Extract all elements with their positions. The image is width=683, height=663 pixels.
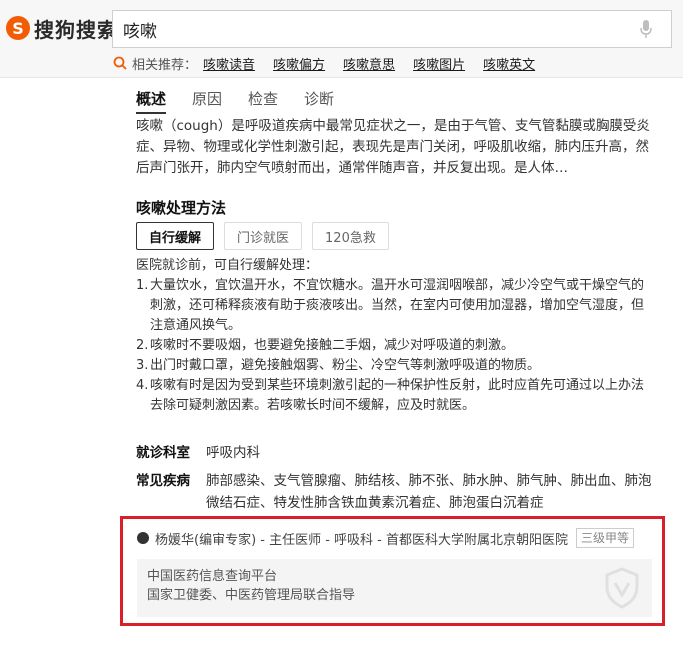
search-input[interactable]: [113, 11, 613, 47]
related-link-2[interactable]: 咳嗽偏方: [273, 54, 325, 73]
department-label: 就诊科室: [136, 445, 190, 461]
mic-icon[interactable]: [639, 19, 653, 39]
sogou-logo-icon: S: [6, 16, 30, 40]
advice-item: 2. 咳嗽时不要吸烟，也要避免接触二手烟，减少对呼吸道的刺激。: [136, 336, 656, 356]
advice-item: 4. 咳嗽有时是因为受到某些环境刺激引起的一种保护性反射，此时应首先可通过以上办法…: [136, 376, 656, 416]
related-link-1[interactable]: 咳嗽读音: [203, 54, 255, 73]
treatment-advice: 医院就诊前，可自行缓解处理： 1. 大量饮水，宜饮温开水，不宜饮糖水。温开水可湿润…: [136, 256, 656, 416]
advice-text: 咳嗽时不要吸烟，也要避免接触二手烟，减少对呼吸道的刺激。: [150, 338, 515, 353]
platform-guidance: 国家卫健委、中医药管理局联合指导: [147, 588, 356, 603]
tab-examination[interactable]: 检查: [248, 88, 278, 114]
advice-list: 1. 大量饮水，宜饮温开水，不宜饮糖水。温开水可湿润咽喉部，减少冷空气或干燥空气的…: [136, 276, 656, 416]
related-link-4[interactable]: 咳嗽图片: [413, 54, 465, 73]
tab-self-relief[interactable]: 自行缓解: [136, 222, 215, 250]
advice-number: 2.: [136, 338, 149, 353]
advice-text: 大量饮水，宜饮温开水，不宜饮糖水。温开水可湿润咽喉部，减少冷空气或干燥空气的刺激…: [150, 278, 645, 333]
advice-number: 4.: [136, 378, 149, 393]
expert-line: 杨媛华(编审专家) - 主任医师 - 呼吸科 - 首都医科大学附属北京朝阳医院 …: [137, 528, 635, 548]
source-box: 杨媛华(编审专家) - 主任医师 - 呼吸科 - 首都医科大学附属北京朝阳医院 …: [120, 516, 665, 626]
expert-avatar: [137, 532, 149, 544]
card-tabs: 概述 原因 检查 诊断: [136, 88, 360, 114]
advice-text: 出门时戴口罩，避免接触烟雾、粉尘、冷空气等刺激呼吸道的物质。: [150, 358, 541, 373]
tab-diagnosis[interactable]: 诊断: [304, 88, 334, 114]
diseases-label: 常见疾病: [136, 473, 190, 489]
diseases-value: 肺部感染、支气管腺瘤、肺结核、肺不张、肺水肿、肺气肿、肺出血、肺泡微结石症、特发…: [206, 473, 652, 511]
department-row: 就诊科室 呼吸内科: [136, 442, 656, 464]
related-label: 相关推荐：: [132, 57, 198, 73]
tab-causes[interactable]: 原因: [192, 88, 222, 114]
sogou-logo[interactable]: S 搜狗搜索: [6, 12, 118, 44]
advice-intro: 医院就诊前，可自行缓解处理：: [136, 258, 319, 273]
expert-info[interactable]: 杨媛华(编审专家) - 主任医师 - 呼吸科 - 首都医科大学附属北京朝阳医院: [155, 529, 568, 548]
tab-overview[interactable]: 概述: [136, 88, 167, 114]
search-small-icon: [113, 56, 127, 70]
treatment-title: 咳嗽处理方法: [136, 199, 227, 217]
hospital-grade-badge: 三级甲等: [576, 528, 635, 548]
platform-panel: 中国医药信息查询平台 国家卫健委、中医药管理局联合指导: [137, 559, 652, 617]
advice-text: 咳嗽有时是因为受到某些环境刺激引起的一种保护性反射，此时应首先可通过以上办法去除…: [150, 378, 645, 413]
tab-outpatient[interactable]: 门诊就医: [224, 222, 303, 250]
sogou-logo-text: 搜狗搜索: [34, 17, 118, 42]
related-searches: 相关推荐： 咳嗽读音 咳嗽偏方 咳嗽意思 咳嗽图片 咳嗽英文: [112, 52, 553, 74]
search-header: S 搜狗搜索 相关推荐： 咳嗽读音 咳嗽偏方 咳嗽意思 咳嗽图片 咳嗽英文: [0, 0, 683, 78]
treatment-tabs: 自行缓解 门诊就医 120急救: [136, 222, 399, 250]
platform-name: 中国医药信息查询平台: [147, 569, 278, 584]
shield-icon: [605, 567, 639, 609]
advice-number: 3.: [136, 358, 149, 373]
advice-number: 1.: [136, 278, 149, 293]
search-box: [112, 10, 672, 48]
advice-item: 3. 出门时戴口罩，避免接触烟雾、粉尘、冷空气等刺激呼吸道的物质。: [136, 356, 656, 376]
related-link-5[interactable]: 咳嗽英文: [483, 54, 535, 73]
diseases-row: 常见疾病 肺部感染、支气管腺瘤、肺结核、肺不张、肺水肿、肺气肿、肺出血、肺泡微结…: [136, 470, 656, 514]
overview-text: 咳嗽（cough）是呼吸道疾病中最常见症状之一，是由于气管、支气管黏膜或胸膜受炎…: [136, 118, 650, 176]
advice-item: 1. 大量饮水，宜饮温开水，不宜饮糖水。温开水可湿润咽喉部，减少冷空气或干燥空气的…: [136, 276, 656, 336]
related-link-3[interactable]: 咳嗽意思: [343, 54, 395, 73]
department-value: 呼吸内科: [206, 445, 260, 461]
tab-emergency-120[interactable]: 120急救: [312, 222, 389, 250]
